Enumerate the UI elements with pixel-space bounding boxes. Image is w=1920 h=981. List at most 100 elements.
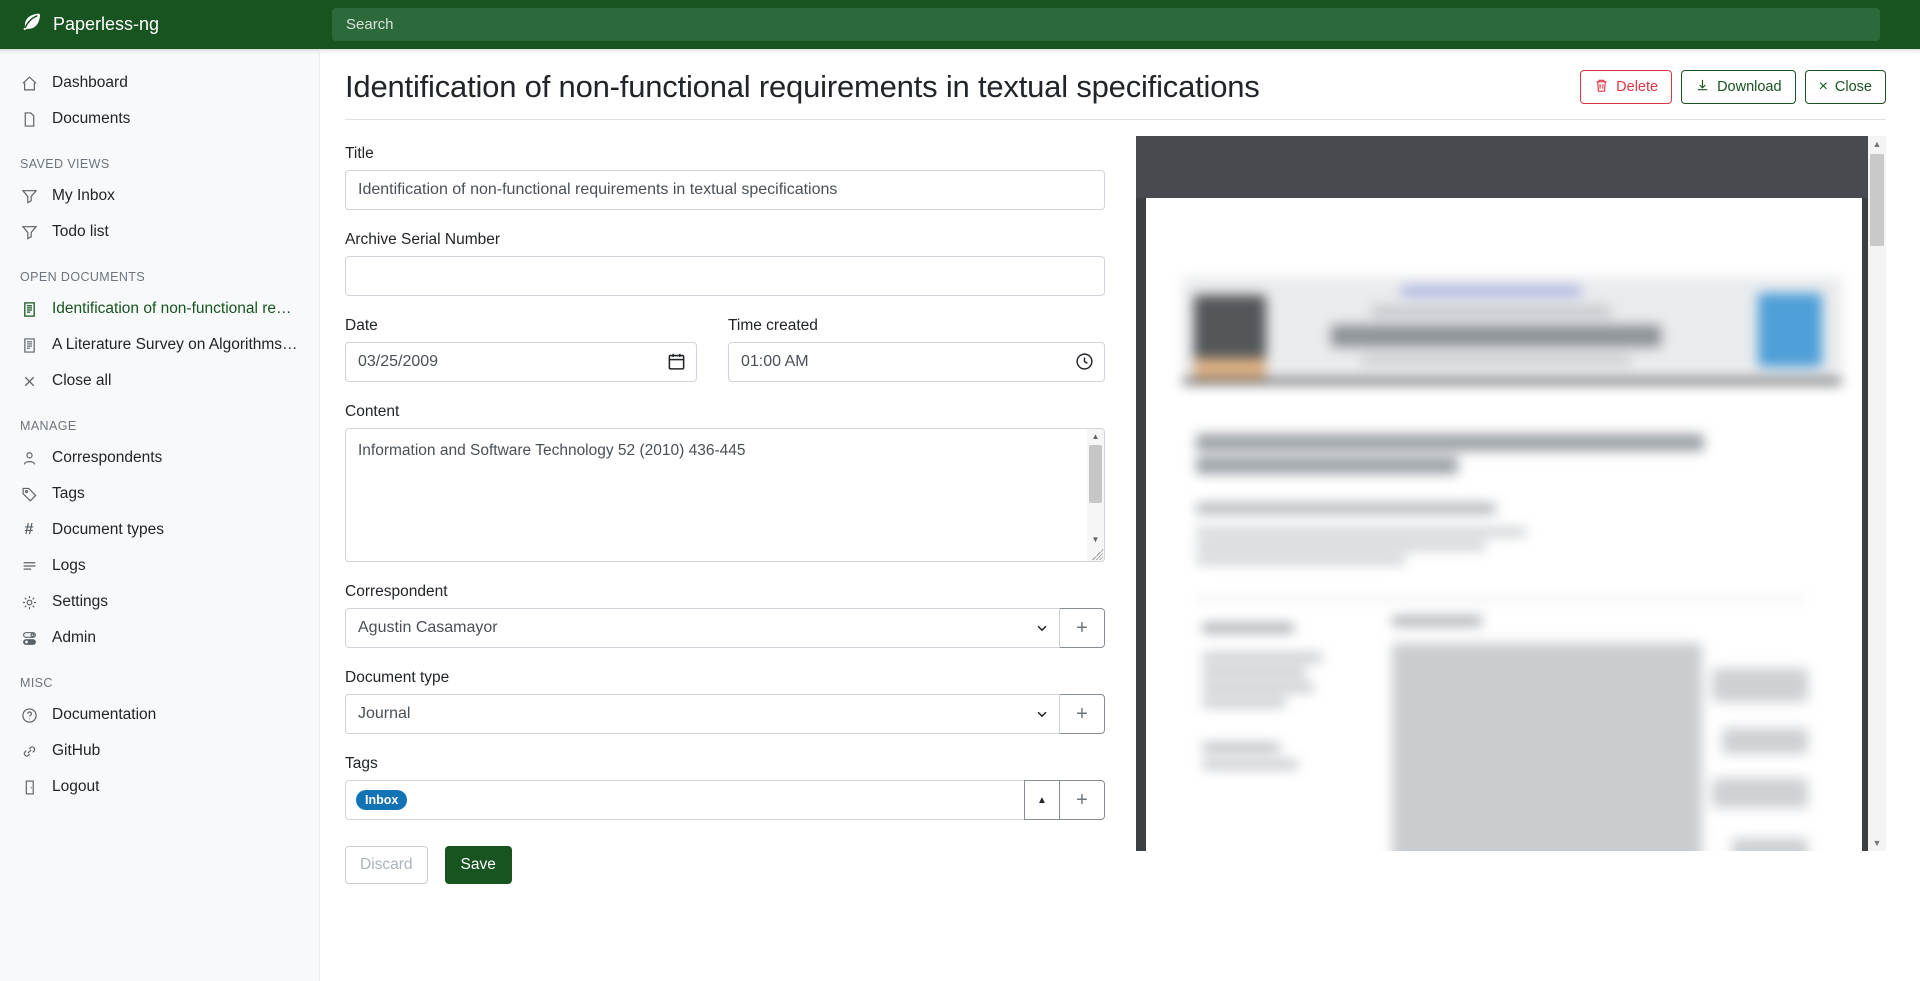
close-button[interactable]: × Close <box>1805 70 1886 104</box>
add-tag-button[interactable]: + <box>1059 780 1105 820</box>
pdf-blurred-content <box>1146 198 1862 851</box>
sidebar-item-dashboard[interactable]: Dashboard <box>0 65 319 101</box>
sidebar-item-documents[interactable]: Documents <box>0 101 319 137</box>
close-button-label: Close <box>1835 79 1872 95</box>
correspondent-label: Correspondent <box>345 583 1105 601</box>
scroll-up-arrow[interactable]: ▲ <box>1087 429 1104 444</box>
correspondent-select[interactable]: Agustin Casamayor <box>345 608 1060 648</box>
discard-button[interactable]: Discard <box>345 846 428 884</box>
app-brand[interactable]: Paperless-ng <box>0 11 320 38</box>
sidebar-item-logs[interactable]: Logs <box>0 548 319 584</box>
textarea-resize-grip[interactable] <box>1092 549 1103 560</box>
sidebar-item-label: My Inbox <box>52 187 115 205</box>
page-header: Identification of non-functional require… <box>345 49 1886 120</box>
sidebar-item-documentation[interactable]: Documentation <box>0 697 319 733</box>
leaf-logo-icon <box>20 11 42 38</box>
list-lines-icon <box>20 557 38 575</box>
file-icon <box>20 110 38 128</box>
pdf-viewport[interactable] <box>1136 198 1868 851</box>
hash-icon: # <box>20 521 38 539</box>
sidebar: Dashboard Documents SAVED VIEWS My Inbox… <box>0 49 320 981</box>
page-title: Identification of non-functional require… <box>345 69 1260 105</box>
sidebar-open-doc-2[interactable]: A Literature Survey on Algorithms for Mu… <box>0 327 319 363</box>
question-circle-icon <box>20 706 38 724</box>
pdf-page <box>1146 198 1862 851</box>
date-label: Date <box>345 317 697 335</box>
chevron-down-icon <box>1035 621 1049 635</box>
home-icon <box>20 74 38 92</box>
document-form: Title Archive Serial Number Date Time cr… <box>345 136 1105 884</box>
filter-icon <box>20 223 38 241</box>
date-input[interactable] <box>345 342 697 382</box>
add-document-type-button[interactable]: + <box>1059 694 1105 734</box>
sidebar-item-settings[interactable]: Settings <box>0 584 319 620</box>
sidebar-open-doc-1[interactable]: Identification of non-functional require… <box>0 291 319 327</box>
sidebar-item-label: Admin <box>52 629 96 647</box>
door-icon <box>20 778 38 796</box>
sidebar-item-correspondents[interactable]: Correspondents <box>0 440 319 476</box>
content-scrollbar[interactable]: ▲ ▼ <box>1087 429 1104 561</box>
person-icon <box>20 449 38 467</box>
time-created-input[interactable] <box>728 342 1105 382</box>
sidebar-item-label: Logs <box>52 557 86 575</box>
search-input[interactable] <box>332 8 1880 41</box>
link-icon <box>20 742 38 760</box>
sidebar-item-label: Correspondents <box>52 449 162 467</box>
close-icon: × <box>1819 79 1828 95</box>
sidebar-item-label: Document types <box>52 521 164 539</box>
sidebar-item-todo-list[interactable]: Todo list <box>0 214 319 250</box>
content-textarea[interactable]: Information and Software Technology 52 (… <box>345 428 1105 562</box>
top-navbar: Paperless-ng <box>0 0 1920 49</box>
pdf-scroll-down-arrow[interactable]: ▼ <box>1868 835 1886 851</box>
document-type-label: Document type <box>345 669 1105 687</box>
sidebar-item-label: Todo list <box>52 223 109 241</box>
sidebar-item-label: GitHub <box>52 742 100 760</box>
save-button[interactable]: Save <box>445 846 512 884</box>
scroll-thumb[interactable] <box>1089 445 1102 503</box>
sidebar-section-misc: MISC <box>0 656 319 697</box>
sidebar-item-document-types[interactable]: # Document types <box>0 512 319 548</box>
scroll-down-arrow[interactable]: ▼ <box>1087 532 1104 547</box>
header-actions: Delete Download × Close <box>1580 70 1886 104</box>
chevron-down-icon <box>1035 707 1049 721</box>
tags-input[interactable]: Inbox <box>345 780 1025 820</box>
delete-button-label: Delete <box>1616 79 1658 95</box>
sidebar-item-my-inbox[interactable]: My Inbox <box>0 178 319 214</box>
asn-label: Archive Serial Number <box>345 231 1105 249</box>
tag-icon <box>20 485 38 503</box>
sidebar-item-label: Documentation <box>52 706 156 724</box>
document-type-select[interactable]: Journal <box>345 694 1060 734</box>
delete-button[interactable]: Delete <box>1580 70 1672 104</box>
sidebar-item-label: A Literature Survey on Algorithms for Mu… <box>52 336 299 354</box>
correspondent-value: Agustin Casamayor <box>358 619 498 637</box>
add-correspondent-button[interactable]: + <box>1059 608 1105 648</box>
time-created-label: Time created <box>728 317 1105 335</box>
sidebar-item-logout[interactable]: Logout <box>0 769 319 805</box>
sidebar-item-label: Logout <box>52 778 99 796</box>
tags-collapse-button[interactable]: ▲ <box>1024 780 1060 820</box>
title-label: Title <box>345 145 1105 163</box>
sidebar-item-label: Documents <box>52 110 130 128</box>
download-button[interactable]: Download <box>1681 70 1796 104</box>
sidebar-item-admin[interactable]: Admin <box>0 620 319 656</box>
sidebar-item-label: Identification of non-functional require… <box>52 300 299 318</box>
brand-label: Paperless-ng <box>53 14 159 35</box>
toggles-icon <box>20 629 38 647</box>
sidebar-item-close-all[interactable]: Close all <box>0 363 319 399</box>
content-row: Title Archive Serial Number Date Time cr… <box>345 120 1886 884</box>
pdf-scrollbar[interactable]: ▲ ▼ <box>1868 136 1886 851</box>
file-text-icon <box>20 336 38 354</box>
pdf-scroll-up-arrow[interactable]: ▲ <box>1868 136 1886 152</box>
tag-inbox-pill[interactable]: Inbox <box>356 790 407 811</box>
asn-input[interactable] <box>345 256 1105 296</box>
sidebar-section-manage: MANAGE <box>0 399 319 440</box>
document-type-value: Journal <box>358 705 410 723</box>
tags-label: Tags <box>345 755 1105 773</box>
sidebar-item-github[interactable]: GitHub <box>0 733 319 769</box>
title-input[interactable] <box>345 170 1105 210</box>
sidebar-item-label: Tags <box>52 485 85 503</box>
sidebar-item-tags[interactable]: Tags <box>0 476 319 512</box>
filter-icon <box>20 187 38 205</box>
sidebar-section-open-documents: OPEN DOCUMENTS <box>0 250 319 291</box>
pdf-scroll-thumb[interactable] <box>1870 154 1884 246</box>
